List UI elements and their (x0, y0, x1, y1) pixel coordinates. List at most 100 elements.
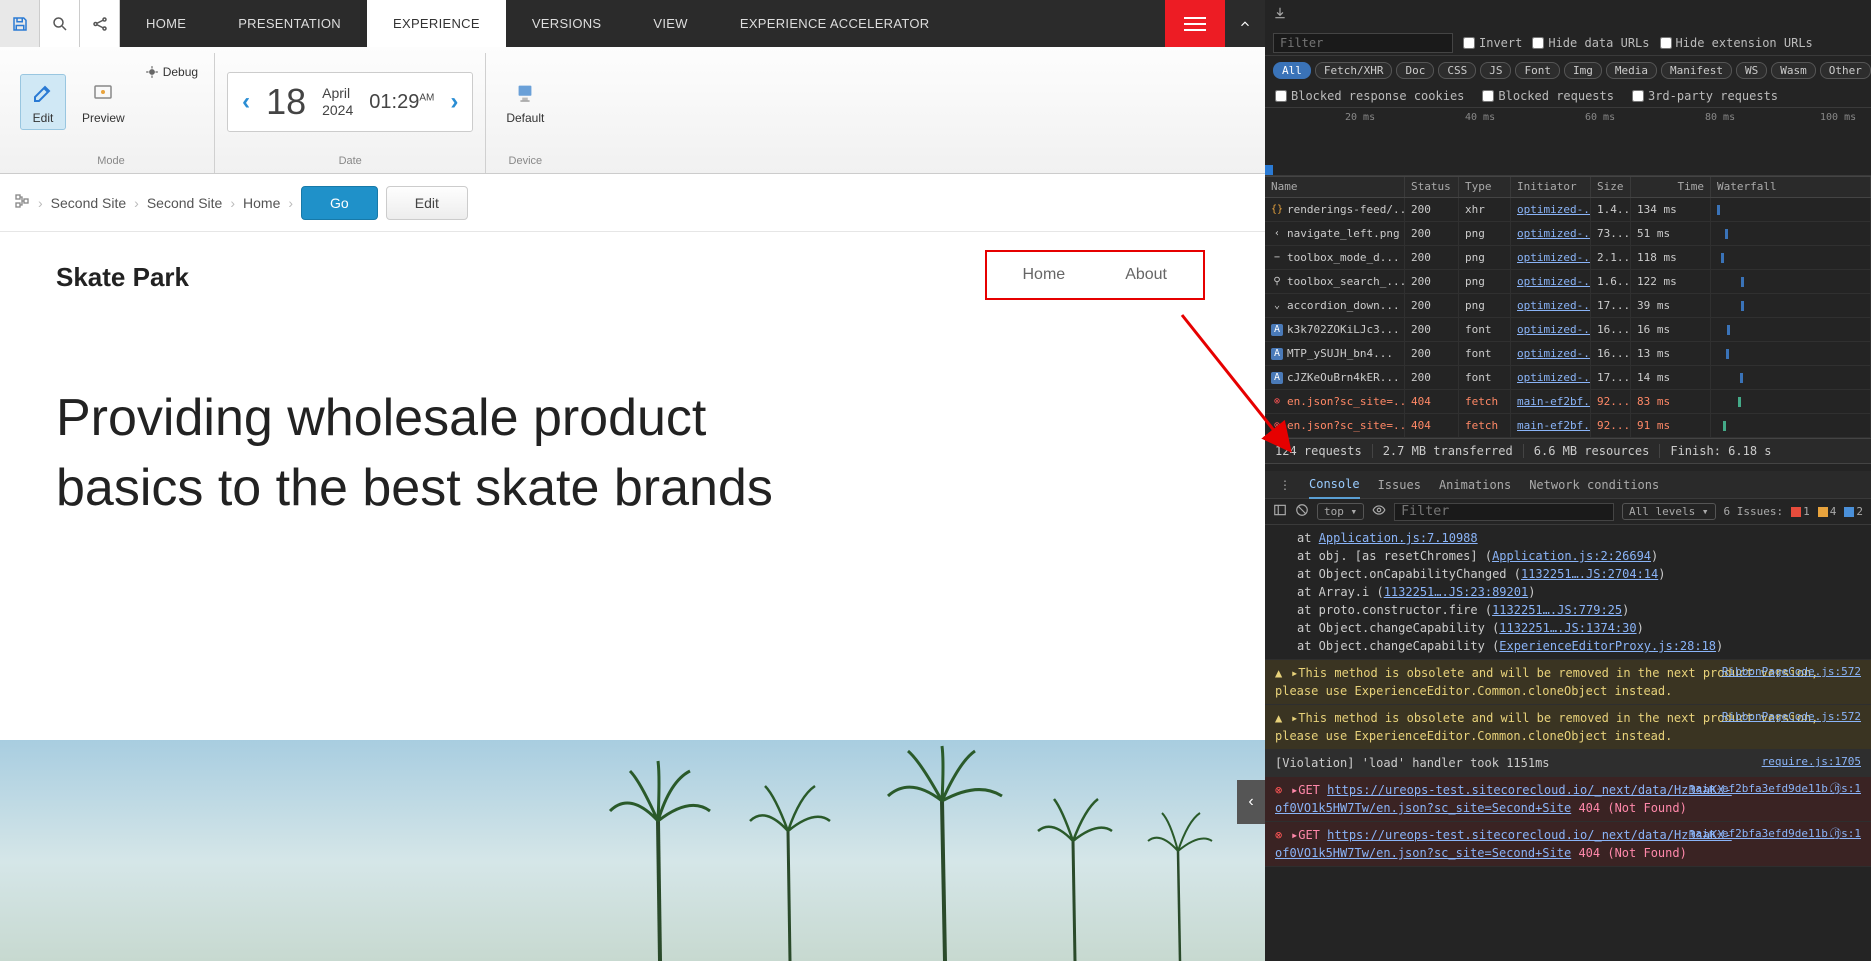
console-warning[interactable]: ▲▸This method is obsolete and will be re… (1265, 660, 1871, 705)
type-filter-img[interactable]: Img (1564, 62, 1602, 79)
nav-highlight: Home About (985, 250, 1206, 300)
type-filter-css[interactable]: CSS (1438, 62, 1476, 79)
type-filter-fetchxhr[interactable]: Fetch/XHR (1315, 62, 1393, 79)
live-expression-icon[interactable] (1372, 503, 1386, 520)
topbar-tab-experience[interactable]: EXPERIENCE (367, 0, 506, 47)
col-time[interactable]: Time (1631, 177, 1711, 197)
network-row[interactable]: −toolbox_mode_d...200pngoptimized-...2.1… (1265, 246, 1871, 270)
date-prev-icon[interactable]: ‹ (242, 88, 250, 116)
network-filter-input[interactable] (1273, 33, 1453, 53)
summary-resources: 6.6 MB resources (1534, 444, 1661, 458)
share-button[interactable] (80, 0, 120, 47)
type-filter-other[interactable]: Other (1820, 62, 1871, 79)
hide-data-urls-checkbox[interactable]: Hide data URLs (1532, 36, 1649, 50)
topbar-tab-versions[interactable]: VERSIONS (506, 0, 628, 47)
error-info-icon[interactable]: ⓘ (1830, 781, 1841, 798)
topbar-tab-sxa[interactable]: EXPERIENCE ACCELERATOR (714, 0, 956, 47)
col-type[interactable]: Type (1459, 177, 1511, 197)
tab-console[interactable]: Console (1309, 471, 1360, 499)
warning-icon: ▲ (1275, 664, 1287, 682)
network-row[interactable]: ⚲toolbox_search_...200pngoptimized-...1.… (1265, 270, 1871, 294)
blocked-cookies-checkbox[interactable]: Blocked response cookies (1275, 89, 1464, 103)
network-row[interactable]: AcJZKeOuBrn4kER...200fontoptimized-...17… (1265, 366, 1871, 390)
go-button[interactable]: Go (301, 186, 378, 220)
console-warning[interactable]: ▲▸This method is obsolete and will be re… (1265, 705, 1871, 750)
topbar-tab-home[interactable]: HOME (120, 0, 212, 47)
topbar-tab-presentation[interactable]: PRESENTATION (212, 0, 367, 47)
crumb-item-2[interactable]: Home (243, 195, 280, 211)
expand-panel-button[interactable]: ‹ (1237, 780, 1265, 824)
nav-link-home[interactable]: Home (1023, 266, 1066, 284)
network-row[interactable]: Ak3k702ZOKiLJc3...200fontoptimized-...16… (1265, 318, 1871, 342)
collapse-ribbon-button[interactable] (1225, 0, 1265, 47)
violation-source-link[interactable]: require.js:1705 (1762, 754, 1861, 771)
date-picker[interactable]: ‹ 18 April 2024 01:29AM › (227, 72, 473, 132)
network-row[interactable]: ⊗en.json?sc_site=...404fetchmain-ef2bf..… (1265, 390, 1871, 414)
crumb-item-0[interactable]: Second Site (51, 195, 127, 211)
search-button[interactable] (40, 0, 80, 47)
invert-checkbox[interactable]: Invert (1463, 36, 1522, 50)
network-type-bar: AllFetch/XHRDocCSSJSFontImgMediaManifest… (1265, 56, 1871, 84)
breadcrumb-edit-button[interactable]: Edit (386, 186, 468, 220)
mode-debug-button[interactable]: Debug (141, 61, 202, 83)
tab-issues[interactable]: Issues (1378, 472, 1421, 498)
app-menu-button[interactable] (1165, 0, 1225, 47)
tree-icon[interactable] (14, 193, 30, 212)
hide-ext-urls-label: Hide extension URLs (1676, 36, 1813, 50)
download-icon[interactable] (1273, 6, 1287, 23)
console-error[interactable]: ⊗▸GET https://ureops-test.sitecorecloud.… (1265, 822, 1871, 867)
network-row[interactable]: ‹navigate_left.png200pngoptimized-...73.… (1265, 222, 1871, 246)
date-next-icon[interactable]: › (450, 88, 458, 116)
hide-ext-urls-checkbox[interactable]: Hide extension URLs (1660, 36, 1813, 50)
error-icon: ⊗ (1275, 781, 1287, 799)
device-button[interactable]: Default (498, 75, 552, 129)
mode-preview-label: Preview (82, 111, 125, 125)
log-levels-selector[interactable]: All levels ▾ (1622, 503, 1715, 520)
console-sidebar-icon[interactable] (1273, 503, 1287, 520)
tab-animations[interactable]: Animations (1439, 472, 1511, 498)
type-filter-ws[interactable]: WS (1736, 62, 1767, 79)
network-row[interactable]: ⌄accordion_down...200pngoptimized-...17.… (1265, 294, 1871, 318)
third-party-checkbox[interactable]: 3rd-party requests (1632, 89, 1778, 103)
summary-finish: Finish: 6.18 s (1670, 444, 1781, 458)
network-row[interactable]: {}renderings-feed/...200xhroptimized-...… (1265, 198, 1871, 222)
col-status[interactable]: Status (1405, 177, 1459, 197)
network-row[interactable]: AMTP_ySUJH_bn4...200fontoptimized-...16.… (1265, 342, 1871, 366)
drawer-menu-icon[interactable]: ⋮ (1279, 478, 1291, 492)
col-waterfall[interactable]: Waterfall (1711, 177, 1871, 197)
context-label: top (1324, 505, 1344, 518)
issues-red[interactable]: 1 (1791, 505, 1810, 518)
type-filter-font[interactable]: Font (1515, 62, 1560, 79)
col-initiator[interactable]: Initiator (1511, 177, 1591, 197)
warning-source-link[interactable]: RibbonPageCode.js:572 (1722, 664, 1861, 681)
crumb-item-1[interactable]: Second Site (147, 195, 223, 211)
mode-preview-button[interactable]: Preview (74, 75, 133, 129)
log-levels-label: All levels (1629, 505, 1695, 518)
type-filter-all[interactable]: All (1273, 62, 1311, 79)
col-size[interactable]: Size (1591, 177, 1631, 197)
error-info-icon[interactable]: ⓘ (1830, 826, 1841, 843)
type-filter-manifest[interactable]: Manifest (1661, 62, 1732, 79)
issues-yellow[interactable]: 4 (1818, 505, 1837, 518)
console-violation[interactable]: [Violation] 'load' handler took 1151ms r… (1265, 750, 1871, 777)
save-button[interactable] (0, 0, 40, 47)
blocked-requests-checkbox[interactable]: Blocked requests (1482, 89, 1614, 103)
breadcrumb-bar: › Second Site › Second Site › Home › Go … (0, 174, 1265, 232)
network-row[interactable]: ⊗en.json?sc_site=...404fetchmain-ef2bf..… (1265, 414, 1871, 438)
topbar-tab-view[interactable]: VIEW (627, 0, 713, 47)
issues-blue[interactable]: 2 (1844, 505, 1863, 518)
type-filter-wasm[interactable]: Wasm (1771, 62, 1816, 79)
mode-edit-button[interactable]: Edit (20, 74, 66, 130)
type-filter-js[interactable]: JS (1480, 62, 1511, 79)
warning-source-link[interactable]: RibbonPageCode.js:572 (1722, 709, 1861, 726)
console-error[interactable]: ⊗▸GET https://ureops-test.sitecorecloud.… (1265, 777, 1871, 822)
type-filter-media[interactable]: Media (1606, 62, 1657, 79)
tab-network-conditions[interactable]: Network conditions (1529, 472, 1659, 498)
col-name[interactable]: Name (1265, 177, 1405, 197)
type-filter-doc[interactable]: Doc (1396, 62, 1434, 79)
context-selector[interactable]: top ▾ (1317, 503, 1364, 520)
nav-link-about[interactable]: About (1125, 266, 1167, 284)
clear-console-icon[interactable] (1295, 503, 1309, 520)
console-filter-input[interactable] (1394, 503, 1614, 521)
network-timeline[interactable]: 20 ms 40 ms 60 ms 80 ms 100 ms (1265, 108, 1871, 176)
